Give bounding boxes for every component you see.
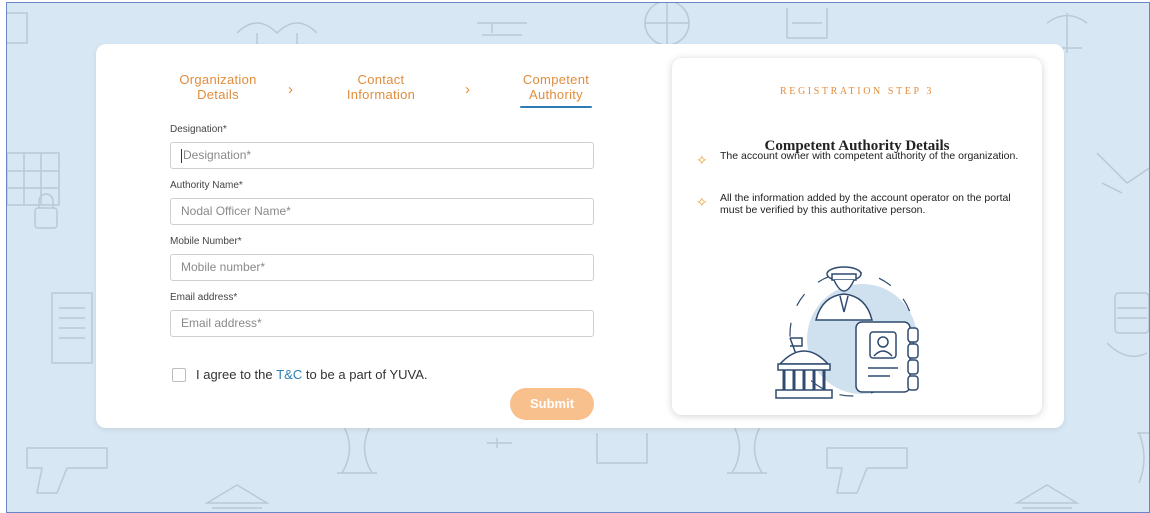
step-contact-information[interactable]: Contact Information [321,72,441,102]
step-label-line1: Competent [522,72,590,87]
chevron-right-icon: › [465,81,470,98]
mobile-number-label: Mobile Number* [170,236,242,247]
registration-step-label: REGISTRATION STEP 3 [779,86,935,97]
info-item-text: The account owner with competent authori… [720,150,1019,162]
step-label-line2: Authority [528,87,583,102]
step-competent-authority[interactable]: Competent Authority [496,72,616,108]
designation-placeholder: Designation* [183,148,252,162]
terms-link[interactable]: T&C [276,367,302,382]
info-item: ✧ The account owner with competent autho… [696,150,1026,168]
submit-button[interactable]: Submit [510,388,594,420]
text-caret [181,148,182,163]
email-address-input[interactable]: Email address* [170,310,594,337]
chevron-right-icon: › [288,81,293,98]
step-label-line1: Organization [179,72,257,87]
email-address-label: Email address* [170,292,238,303]
info-panel: REGISTRATION STEP 3 Competent Authority … [672,58,1042,415]
designation-label: Designation* [170,124,227,135]
registration-stepper: Organization Details › Contact Informati… [158,72,618,132]
info-item-text: All the information added by the account… [720,192,1011,216]
active-step-underline [520,106,592,108]
agree-suffix-text: to be a part of YUVA. [302,367,428,382]
info-item: ✧ All the information added by the accou… [696,192,1026,216]
sparkle-icon: ✧ [696,194,708,210]
competent-authority-form: Designation* Designation* Authority Name… [170,124,596,348]
authority-illustration-icon [775,266,919,399]
designation-input[interactable]: Designation* [170,142,594,169]
step-label-line1: Contact [357,72,405,87]
step-organization-details[interactable]: Organization Details [158,72,278,102]
mobile-number-input[interactable]: Mobile number* [170,254,594,281]
step-label-line2: Information [346,87,416,102]
sparkle-icon: ✧ [696,152,708,168]
step-label-line2: Details [197,87,239,102]
terms-agreement: I agree to the T&C to be a part of YUVA. [172,367,428,382]
terms-checkbox[interactable] [172,367,186,382]
authority-name-input[interactable]: Nodal Officer Name* [170,198,594,225]
registration-card: Organization Details › Contact Informati… [96,44,1064,428]
authority-name-label: Authority Name* [170,180,243,191]
agree-prefix-text: I agree to the [196,367,277,382]
